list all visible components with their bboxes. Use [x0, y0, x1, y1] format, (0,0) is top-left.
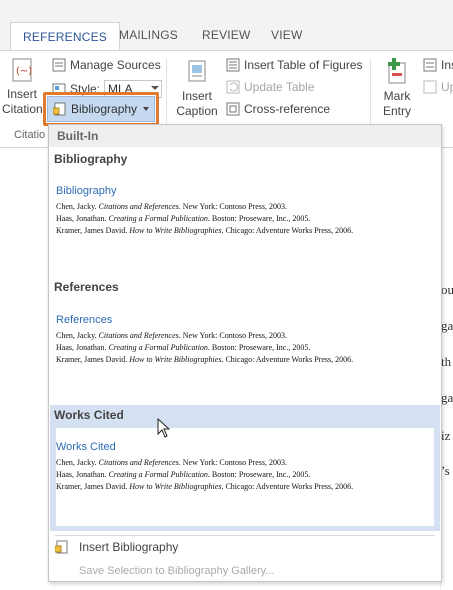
tab-references[interactable]: REFERENCES: [10, 22, 121, 51]
bibliography-gallery-panel: Built-In Bibliography Bibliography Chen,…: [48, 124, 442, 582]
preview-entry: Haas, Jonathan. Creating a Formal Public…: [56, 214, 311, 223]
insert-bibliography-label: Insert Bibliography: [79, 540, 179, 554]
document-text-fragment: th: [441, 354, 452, 369]
mark-entry-button[interactable]: Mark Entry: [378, 57, 416, 119]
preview-entry: Chen, Jacky. Citations and References. N…: [56, 202, 287, 211]
insert-index-button[interactable]: Ins: [423, 58, 453, 72]
update-table-icon: [226, 80, 240, 94]
mark-entry-icon: [388, 58, 406, 84]
preview-heading: Works Cited: [56, 441, 116, 453]
chevron-down-icon: [151, 86, 160, 90]
insert-index-label: Ins: [441, 58, 453, 72]
tab-review[interactable]: REVIEW: [202, 28, 251, 42]
table-of-figures-icon: [226, 58, 240, 72]
gallery-section-title-works-cited: Works Cited: [54, 408, 124, 422]
insert-caption-label-1: Insert: [181, 89, 212, 103]
gallery-item-works-cited-preview[interactable]: Works Cited Chen, Jacky. Citations and R…: [56, 441, 434, 493]
gallery-item-bibliography[interactable]: Bibliography Chen, Jacky. Citations and …: [56, 185, 434, 237]
document-text-fragment: ’s: [441, 463, 450, 478]
save-selection-label: Save Selection to Bibliography Gallery..…: [79, 565, 275, 577]
gallery-header-built-in: Built-In: [49, 125, 441, 147]
insert-index-icon: [423, 58, 437, 72]
preview-entry: Haas, Jonathan. Creating a Formal Public…: [56, 343, 311, 352]
manage-sources-icon: [52, 58, 66, 72]
preview-entry: Kramer, James David. How to Write Biblio…: [56, 482, 354, 491]
insert-citation-label-2: Citation: [2, 102, 43, 116]
tab-mailings[interactable]: MAILINGS: [119, 28, 178, 42]
document-text-fragment: ga: [441, 318, 453, 333]
manage-sources-button[interactable]: Manage Sources: [52, 58, 161, 72]
ribbon-tab-bar: REFERENCES MAILINGS REVIEW VIEW: [0, 0, 453, 51]
insert-table-of-figures-label: Insert Table of Figures: [244, 58, 363, 72]
cross-reference-icon: [226, 102, 240, 116]
insert-citation-label-1: Insert: [6, 87, 37, 101]
gallery-item-references[interactable]: References Chen, Jacky. Citations and Re…: [56, 314, 434, 366]
preview-entry: Kramer, James David. How to Write Biblio…: [56, 355, 354, 364]
update-table-label: Update Table: [244, 80, 315, 94]
preview-entry: Haas, Jonathan. Creating a Formal Public…: [56, 470, 311, 479]
preview-entry: Chen, Jacky. Citations and References. N…: [56, 331, 287, 340]
gallery-section-title-references: References: [54, 280, 119, 294]
insert-bibliography-menu-item[interactable]: Insert Bibliography: [49, 535, 441, 559]
update-index-button[interactable]: Up: [423, 80, 453, 94]
group-label-citations: Citatio: [14, 129, 46, 141]
save-selection-menu-item[interactable]: Save Selection to Bibliography Gallery..…: [49, 559, 441, 583]
update-table-button[interactable]: Update Table: [226, 80, 315, 94]
document-text-fragment: iz: [441, 428, 451, 443]
gallery-section-title-bibliography: Bibliography: [54, 152, 128, 166]
highlight-box: [43, 92, 159, 126]
preview-heading: Bibliography: [56, 185, 117, 197]
cross-reference-label: Cross-reference: [244, 102, 331, 116]
mark-entry-label-2: Entry: [382, 104, 411, 118]
insert-bibliography-icon: [54, 540, 69, 554]
insert-caption-button[interactable]: Insert Caption: [174, 59, 220, 119]
insert-caption-label-2: Caption: [176, 104, 218, 118]
tab-view[interactable]: VIEW: [271, 28, 302, 42]
manage-sources-label: Manage Sources: [70, 58, 161, 72]
preview-heading: References: [56, 314, 113, 326]
insert-table-of-figures-button[interactable]: Insert Table of Figures: [226, 58, 363, 72]
update-index-icon: [423, 80, 437, 94]
cross-reference-button[interactable]: Cross-reference: [226, 102, 330, 116]
caption-icon: [188, 60, 206, 82]
document-text-fragment: ou: [441, 282, 453, 297]
document-text-fragment: ga: [441, 390, 453, 405]
mouse-cursor-icon: [157, 418, 171, 438]
update-index-label: Up: [441, 80, 453, 94]
citation-icon: (~): [12, 58, 32, 82]
preview-entry: Kramer, James David. How to Write Biblio…: [56, 226, 354, 235]
preview-entry: Chen, Jacky. Citations and References. N…: [56, 458, 287, 467]
svg-text:(~): (~): [16, 66, 32, 77]
insert-citation-button[interactable]: (~) Insert Citation: [2, 57, 43, 117]
mark-entry-label-1: Mark: [383, 89, 411, 103]
